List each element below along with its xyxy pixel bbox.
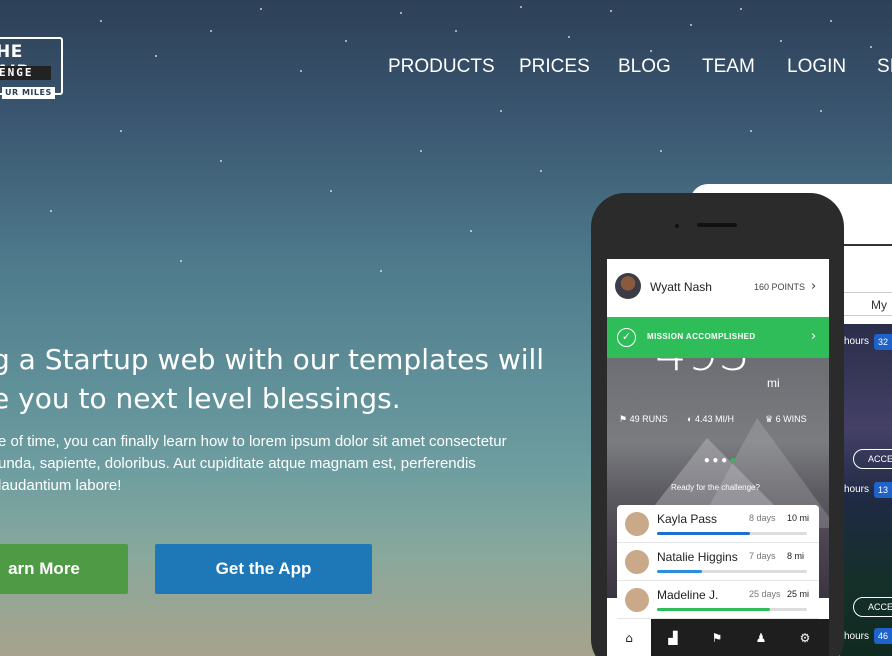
main-nav: PRODUCTS PRICES BLOG TEAM LOGIN SI [0,56,892,80]
camera [675,224,679,228]
phone-mockup: Wyatt Nash 160 POINTS › ✓ MISSION ACCOMP… [591,193,844,656]
hours-badge: 32 [874,334,892,350]
tab-my-label: My [871,298,887,312]
hours-label: hours [844,631,870,642]
distance-value: 493 [655,358,750,378]
hours-label: hours [844,336,870,347]
accept-button[interactable]: ACCE [853,597,892,617]
leader-name: Natalie Higgins [657,550,738,564]
hero-title-line1: g a Startup web with our templates will [0,343,545,376]
tab-bar: ⌂ ▟ ⚑ ♟ ⚙ [607,619,829,656]
progress-track [657,608,807,611]
divider [840,244,892,246]
nav-prices[interactable]: PRICES [519,56,590,78]
hero-description: e of time, you can finally learn how to … [0,433,507,494]
stats-icon[interactable]: ▟ [651,619,695,656]
avatar [625,512,649,536]
avatar [625,588,649,612]
leaderboard: Kayla Pass 8 days 10 mi Natalie Higgins … [617,505,819,621]
progress-fill [657,570,702,573]
learn-more-button[interactable]: arn More [0,544,128,594]
nav-login[interactable]: LOGIN [787,56,846,78]
progress-fill [657,532,750,535]
user-name: Wyatt Nash [650,280,712,294]
gear-icon[interactable]: ⚙ [783,619,827,656]
hours-label: hours [844,484,870,495]
progress-fill [657,608,770,611]
avatar [615,273,641,299]
logo-line3: UR MILES [2,87,55,99]
list-item[interactable]: Kayla Pass 8 days 10 mi [617,505,819,543]
accept-button[interactable]: ACCE [853,449,892,469]
leader-days: 8 days [749,513,776,523]
leader-miles: 10 mi [787,513,810,523]
stat-wins: ♛ 6 WINS [765,414,807,425]
chevron-right-icon: › [811,329,817,344]
hours-badge: 13 [874,482,892,498]
phone-screen: Wyatt Nash 160 POINTS › ✓ MISSION ACCOMP… [607,259,829,656]
pager-dots[interactable]: •••• [703,454,738,468]
mission-banner[interactable]: ✓ MISSION ACCOMPLISHED › [607,317,829,358]
leader-name: Madeline J. [657,588,719,602]
hero-title-line2: e you to next level blessings. [0,382,401,415]
stat-runs: ⚑ 49 RUNS [619,414,668,425]
leader-name: Kayla Pass [657,512,718,526]
home-icon[interactable]: ⌂ [607,619,651,656]
distance-unit: mi [767,376,780,390]
flag-icon: ⚑ [619,414,630,424]
progress-track [657,532,807,535]
nav-signup[interactable]: SI [877,56,892,78]
nav-products[interactable]: PRODUCTS [388,56,495,78]
check-icon: ✓ [617,328,636,347]
mission-label: MISSION ACCOMPLISHED [647,332,756,341]
profile-header[interactable]: Wyatt Nash 160 POINTS › [607,259,829,317]
progress-track [657,570,807,573]
list-item[interactable]: Madeline J. 25 days 25 mi [617,581,819,619]
hours-badge: 46 [874,628,892,644]
stat-speed: ◐ 4.43 MI/H [687,414,734,424]
nav-blog[interactable]: BLOG [618,56,671,78]
leader-days: 7 days [749,551,776,561]
get-app-button[interactable]: Get the App [155,544,372,594]
stat-wins-value: 6 WINS [775,414,807,424]
ready-label: Ready for the challenge? [671,483,760,492]
leader-miles: 8 mi [787,551,805,561]
leader-miles: 25 mi [787,589,810,599]
flag-icon[interactable]: ⚑ [695,619,739,656]
stat-speed-value: 4.43 MI/H [694,414,734,424]
hero-title: g a Startup web with our templates will … [0,340,544,418]
trophy-icon: ♛ [765,414,776,424]
avatar [625,550,649,574]
speed-icon: ◐ [687,414,695,424]
points-label: 160 POINTS [754,282,806,292]
tab-my[interactable]: My [840,292,892,316]
list-item[interactable]: Natalie Higgins 7 days 8 mi [617,543,819,581]
person-icon[interactable]: ♟ [739,619,783,656]
leader-days: 25 days [749,589,781,599]
nav-team[interactable]: TEAM [702,56,755,78]
chevron-right-icon: › [811,279,817,294]
stat-runs-value: 49 RUNS [629,414,668,424]
speaker [697,223,737,227]
